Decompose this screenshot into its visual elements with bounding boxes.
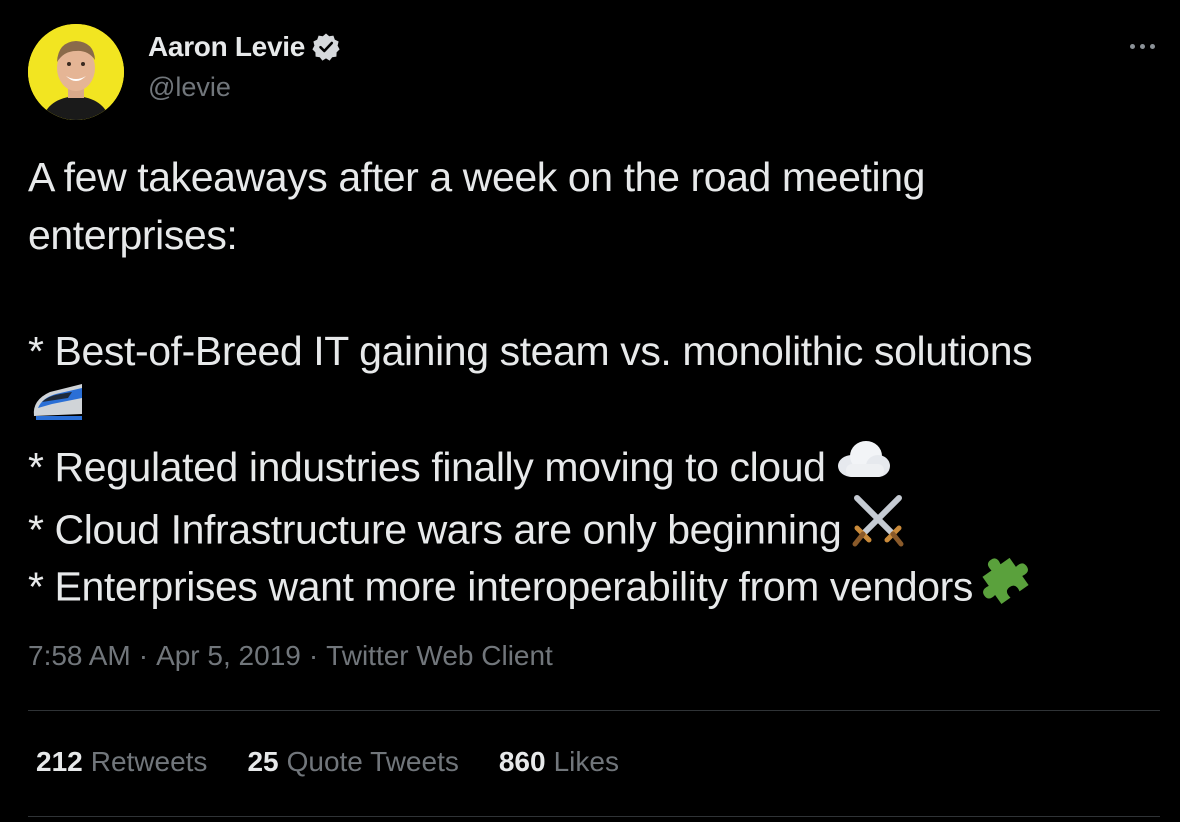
tweet-line: * Best-of-Breed IT gaining steam vs. mon… xyxy=(28,322,1168,380)
bullet-train-emoji-icon xyxy=(28,378,86,439)
avatar[interactable] xyxy=(28,24,124,120)
retweets-count: 212 xyxy=(36,746,83,777)
likes-stat[interactable]: 860 Likes xyxy=(499,746,619,778)
verified-badge-icon xyxy=(311,32,341,62)
tweet-source-link[interactable]: Twitter Web Client xyxy=(326,640,553,671)
quote-tweets-count: 25 xyxy=(247,746,279,777)
cloud-emoji-icon xyxy=(834,436,892,497)
quote-tweets-stat[interactable]: 25 Quote Tweets xyxy=(247,746,458,778)
likes-label: Likes xyxy=(553,746,619,777)
quote-tweets-label: Quote Tweets xyxy=(286,746,459,777)
tweet-time-link[interactable]: 7:58 AM xyxy=(28,640,131,671)
divider xyxy=(28,816,1160,817)
author-display-name[interactable]: Aaron Levie xyxy=(148,31,305,63)
tweet-line-text: * Cloud Infrastructure wars are only beg… xyxy=(28,506,842,553)
divider xyxy=(28,710,1160,711)
author-name-row: Aaron Levie xyxy=(148,30,341,64)
retweets-stat[interactable]: 212 Retweets xyxy=(36,746,207,778)
puzzle-piece-emoji-icon xyxy=(981,550,1037,621)
tweet-timestamp-row: 7:58 AM · Apr 5, 2019 · Twitter Web Client xyxy=(28,640,553,672)
avatar-portrait-icon xyxy=(28,24,124,120)
dot xyxy=(1139,43,1145,49)
crossed-swords-emoji-icon xyxy=(849,492,907,565)
more-options-icon[interactable] xyxy=(1124,28,1160,64)
tweet-line: * Regulated industries finally moving to… xyxy=(28,438,1168,496)
dot xyxy=(1129,43,1135,49)
author-handle[interactable]: @levie xyxy=(148,72,231,103)
tweet-line: A few takeaways after a week on the road… xyxy=(28,154,925,200)
retweets-label: Retweets xyxy=(90,746,208,777)
engagement-stats: 212 Retweets 25 Quote Tweets 860 Likes xyxy=(36,746,659,778)
separator: · xyxy=(138,640,149,671)
tweet-detail: Aaron Levie @levie A few takeaways after… xyxy=(0,0,1180,822)
tweet-date-link[interactable]: Apr 5, 2019 xyxy=(156,640,301,671)
tweet-line xyxy=(28,380,1168,438)
likes-count: 860 xyxy=(498,746,546,777)
tweet-line-text: * Best-of-Breed IT gaining steam vs. mon… xyxy=(28,328,1033,374)
dot xyxy=(1149,43,1155,49)
tweet-line: enterprises: xyxy=(28,212,238,258)
tweet-line-text: * Enterprises want more interoperability… xyxy=(28,563,973,610)
tweet-line: * Cloud Infrastructure wars are only beg… xyxy=(28,495,1168,554)
separator: · xyxy=(308,640,319,671)
tweet-text: A few takeaways after a week on the road… xyxy=(28,148,1168,612)
tweet-line-text: * Regulated industries finally moving to… xyxy=(28,444,826,490)
tweet-line: * Enterprises want more interoperability… xyxy=(28,554,1168,612)
